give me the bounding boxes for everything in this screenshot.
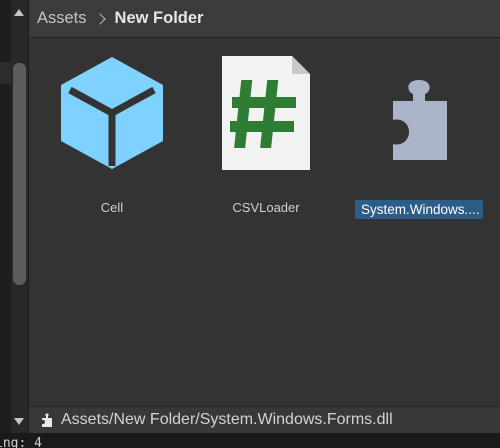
prefab-cube-icon	[61, 57, 163, 169]
asset-label-selected: System.Windows....	[349, 200, 489, 219]
asset-label-cell: Cell	[100, 200, 124, 215]
assembly-puzzle-icon	[393, 80, 447, 160]
breadcrumb-item-current-folder[interactable]: New Folder	[115, 9, 204, 28]
scroll-up-arrow-icon[interactable]	[14, 9, 24, 16]
selected-asset-path: Assets/New Folder/System.Windows.Forms.d…	[61, 411, 393, 428]
scrollbar-thumb[interactable]	[13, 63, 26, 285]
assembly-small-icon	[42, 413, 52, 427]
asset-item-cell[interactable]: Cell	[42, 54, 182, 224]
scroll-down-arrow-icon[interactable]	[14, 418, 24, 425]
breadcrumb-item-assets[interactable]: Assets	[37, 9, 87, 28]
asset-item-system-windows-forms[interactable]: System.Windows....	[349, 54, 489, 224]
folder-tree-selection-edge	[0, 62, 11, 84]
asset-grid: Cell CSVLoader System.Windows....	[29, 38, 500, 406]
asset-item-csvloader[interactable]: CSVLoader	[196, 54, 336, 224]
console-message: ing: 4	[0, 436, 42, 448]
chevron-right-icon	[93, 12, 106, 25]
csharp-script-icon	[222, 56, 310, 170]
asset-label-system-windows-forms: System.Windows....	[355, 200, 483, 219]
asset-label-csvloader: CSVLoader	[232, 200, 300, 215]
console-status-strip: ing: 4	[0, 433, 500, 448]
breadcrumb: Assets New Folder	[29, 0, 500, 38]
project-browser: Assets New Folder Cell CSVLoader System.…	[0, 0, 500, 448]
folder-tree-scroll-column	[0, 0, 29, 433]
selected-asset-path-bar: Assets/New Folder/System.Windows.Forms.d…	[29, 406, 500, 433]
